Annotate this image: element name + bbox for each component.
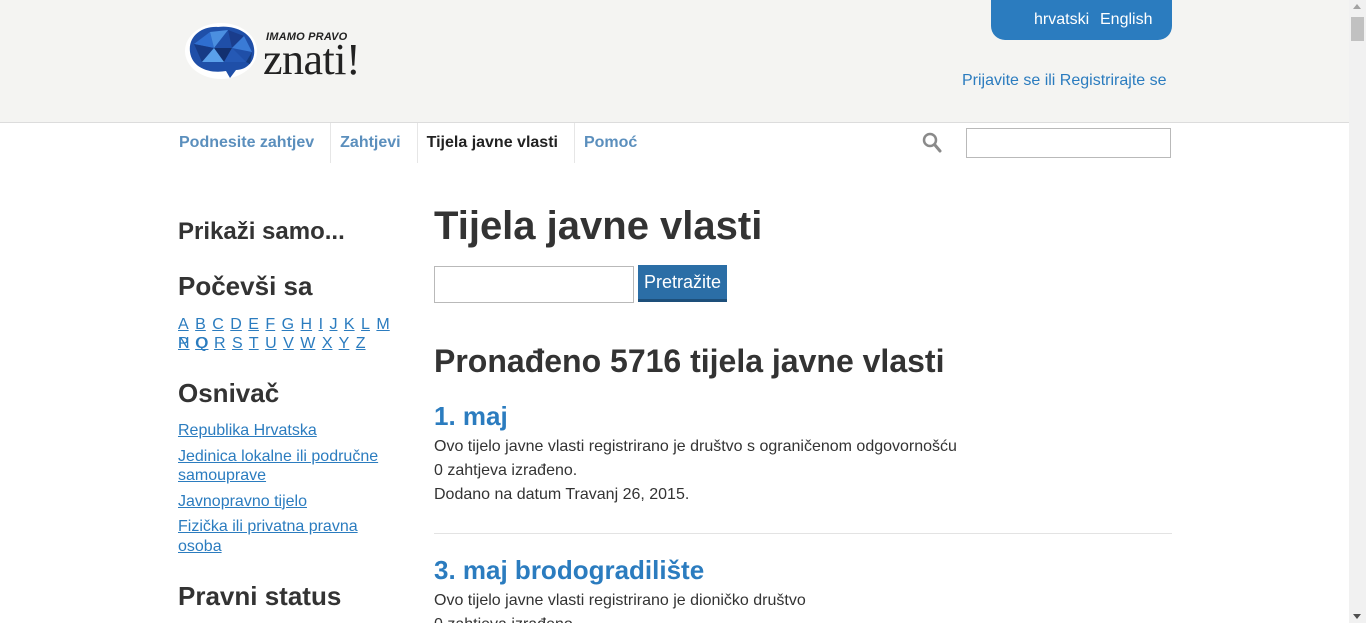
founder-link[interactable]: Javnopravno tijelo [178, 492, 393, 512]
result-item: 3. maj brodogradilište Ovo tijelo javne … [434, 555, 1172, 623]
scroll-down-arrow-icon[interactable] [1353, 614, 1361, 619]
nav-item-requests[interactable]: Zahtjevi [331, 123, 418, 163]
search-icon[interactable] [922, 132, 942, 154]
letter-link[interactable]: Y [339, 335, 350, 352]
header-search-input[interactable] [966, 128, 1171, 158]
result-title-link[interactable]: 3. maj brodogradilište [434, 555, 1172, 585]
letter-link[interactable]: W [300, 335, 315, 352]
language-hrvatski[interactable]: hrvatski [1034, 11, 1089, 29]
letter-link[interactable]: L [361, 316, 370, 333]
letter-link[interactable]: J [329, 316, 337, 333]
logo-wordmark: znati! [263, 35, 361, 84]
scroll-up-arrow-icon[interactable] [1353, 4, 1361, 9]
founder-filter-list: Republika Hrvatska Jedinica lokalne ili … [178, 421, 393, 562]
letter-link[interactable]: U [265, 335, 277, 352]
scrollbar-thumb[interactable] [1351, 17, 1364, 41]
letter-link[interactable]: K [344, 316, 355, 333]
page-scrollbar[interactable] [1349, 0, 1366, 623]
founder-heading: Osnivač [178, 378, 280, 408]
result-title-link[interactable]: 1. maj [434, 401, 1172, 431]
letter-link[interactable]: I [319, 316, 323, 333]
founder-link[interactable]: Fizička ili privatna pravna osoba [178, 517, 393, 556]
results-count-heading: Pronađeno 5716 tijela javne vlasti [434, 343, 945, 379]
page-title: Tijela javne vlasti [434, 204, 763, 248]
founder-link[interactable]: Jedinica lokalne ili područne samouprave [178, 447, 393, 486]
letter-link[interactable]: V [283, 335, 294, 352]
letter-link[interactable]: R [214, 335, 226, 352]
result-description: Ovo tijelo javne vlasti registrirano je … [434, 438, 957, 455]
nav-item-submit-request[interactable]: Podnesite zahtjev [170, 123, 332, 163]
letter-link[interactable]: G [282, 316, 294, 333]
nav-item-public-bodies[interactable]: Tijela javne vlasti [418, 123, 575, 163]
founder-link[interactable]: Republika Hrvatska [178, 421, 393, 441]
letter-link[interactable]: Q [195, 335, 207, 352]
body-search-input[interactable] [434, 266, 634, 303]
letter-link[interactable]: E [248, 316, 259, 333]
show-only-heading: Prikaži samo... [178, 218, 345, 245]
letter-link[interactable]: H [301, 316, 313, 333]
starting-with-heading: Počevši sa [178, 271, 313, 301]
letter-link[interactable]: M [376, 316, 389, 333]
language-switcher: hrvatski English [991, 0, 1172, 40]
site-logo[interactable]: IMAMO PRAVO znati! [184, 22, 384, 84]
letter-link[interactable]: S [232, 335, 243, 352]
letter-link[interactable]: D [230, 316, 242, 333]
nav-item-help[interactable]: Pomoć [575, 123, 653, 163]
letter-link[interactable]: P [178, 335, 189, 352]
letter-link[interactable]: Z [356, 335, 366, 352]
language-english[interactable]: English [1100, 11, 1152, 29]
search-button[interactable]: Pretražite [638, 265, 727, 302]
letter-link[interactable]: T [249, 335, 259, 352]
letter-link[interactable]: X [322, 335, 333, 352]
letter-link[interactable]: C [212, 316, 224, 333]
result-request-count: 0 zahtjeva izrađeno. [434, 462, 578, 479]
result-item: 1. maj Ovo tijelo javne vlasti registrir… [434, 401, 1172, 507]
login-register-link[interactable]: Prijavite se ili Registrirajte se [962, 72, 1167, 90]
letter-link[interactable]: A [178, 316, 189, 333]
result-divider [434, 533, 1172, 534]
legal-status-heading: Pravni status [178, 581, 342, 611]
letter-filter-row-2: P Q R S T U V W X Y Z [178, 334, 408, 353]
result-request-count: 0 zahtjeva izrađeno. [434, 613, 1172, 623]
result-added-date: Dodano na datum Travanj 26, 2015. [434, 486, 690, 503]
letter-link[interactable]: F [265, 316, 275, 333]
brain-logo-icon [185, 23, 257, 79]
main-nav: Podnesite zahtjev Zahtjevi Tijela javne … [170, 123, 653, 163]
site-header: IMAMO PRAVO znati! hrvatski English Prij… [0, 0, 1349, 123]
letter-link[interactable]: B [195, 316, 206, 333]
result-description: Ovo tijelo javne vlasti registrirano je … [434, 592, 806, 609]
